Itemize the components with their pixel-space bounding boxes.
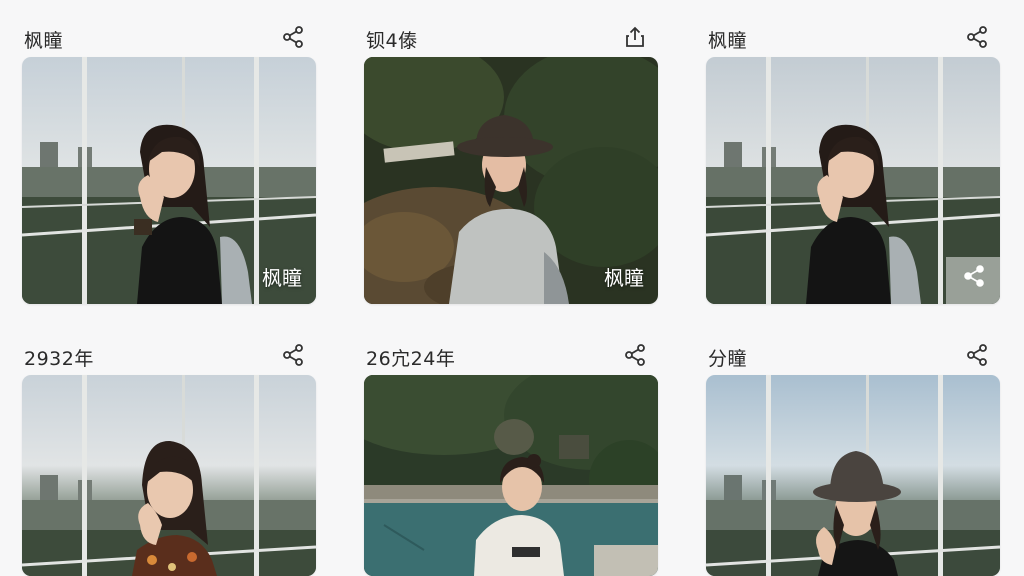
- share-icon: [967, 344, 987, 366]
- overlay-share-button[interactable]: [960, 262, 988, 290]
- share-button[interactable]: [962, 22, 992, 52]
- share-icon: [967, 26, 987, 48]
- photo-image: [706, 375, 1000, 576]
- card-header: 2932年: [22, 340, 316, 370]
- photo-thumbnail[interactable]: 枫瞳: [364, 57, 658, 304]
- share-button[interactable]: [278, 340, 308, 370]
- photo-card: 分瞳: [706, 340, 1000, 576]
- card-header: 26宂24年: [364, 340, 658, 370]
- card-title: 钡4傣: [366, 30, 418, 52]
- share-icon: [283, 26, 303, 48]
- card-title: 2932年: [24, 348, 94, 370]
- card-header: 钡4傣: [364, 22, 658, 52]
- card-header: 枫瞳: [22, 22, 316, 52]
- photo-thumbnail[interactable]: [364, 375, 658, 576]
- photo-thumbnail[interactable]: [706, 375, 1000, 576]
- share-icon: [964, 265, 984, 287]
- photo-thumbnail[interactable]: 枫瞳: [22, 57, 316, 304]
- photo-card: 钡4傣 枫瞳: [364, 22, 658, 304]
- card-header: 分瞳: [706, 340, 1000, 370]
- upload-share-icon: [626, 26, 644, 47]
- photo-card: 枫瞳: [22, 22, 316, 304]
- photo-gallery-grid: 枫瞳 枫瞳 钡4傣 枫瞳 枫瞳 2932年 26宂24年 分瞳: [0, 0, 1024, 576]
- photo-card: 2932年: [22, 340, 316, 576]
- watermark-text: 枫瞳: [262, 266, 302, 290]
- photo-card: 枫瞳: [706, 22, 1000, 304]
- card-title: 枫瞳: [708, 30, 748, 52]
- photo-card: 26宂24年: [364, 340, 658, 576]
- share-button[interactable]: [278, 22, 308, 52]
- card-title: 枫瞳: [24, 30, 64, 52]
- photo-thumbnail[interactable]: [706, 57, 1000, 304]
- photo-thumbnail[interactable]: [22, 375, 316, 576]
- card-header: 枫瞳: [706, 22, 1000, 52]
- watermark-text: 枫瞳: [604, 266, 644, 290]
- card-title: 26宂24年: [366, 348, 456, 370]
- share-icon: [625, 344, 645, 366]
- share-button[interactable]: [962, 340, 992, 370]
- share-icon: [283, 344, 303, 366]
- photo-image: [364, 375, 658, 576]
- share-button[interactable]: [620, 340, 650, 370]
- photo-image: [22, 375, 316, 576]
- card-title: 分瞳: [708, 348, 748, 370]
- upload-share-button[interactable]: [620, 22, 650, 52]
- photo-image: [706, 57, 1000, 304]
